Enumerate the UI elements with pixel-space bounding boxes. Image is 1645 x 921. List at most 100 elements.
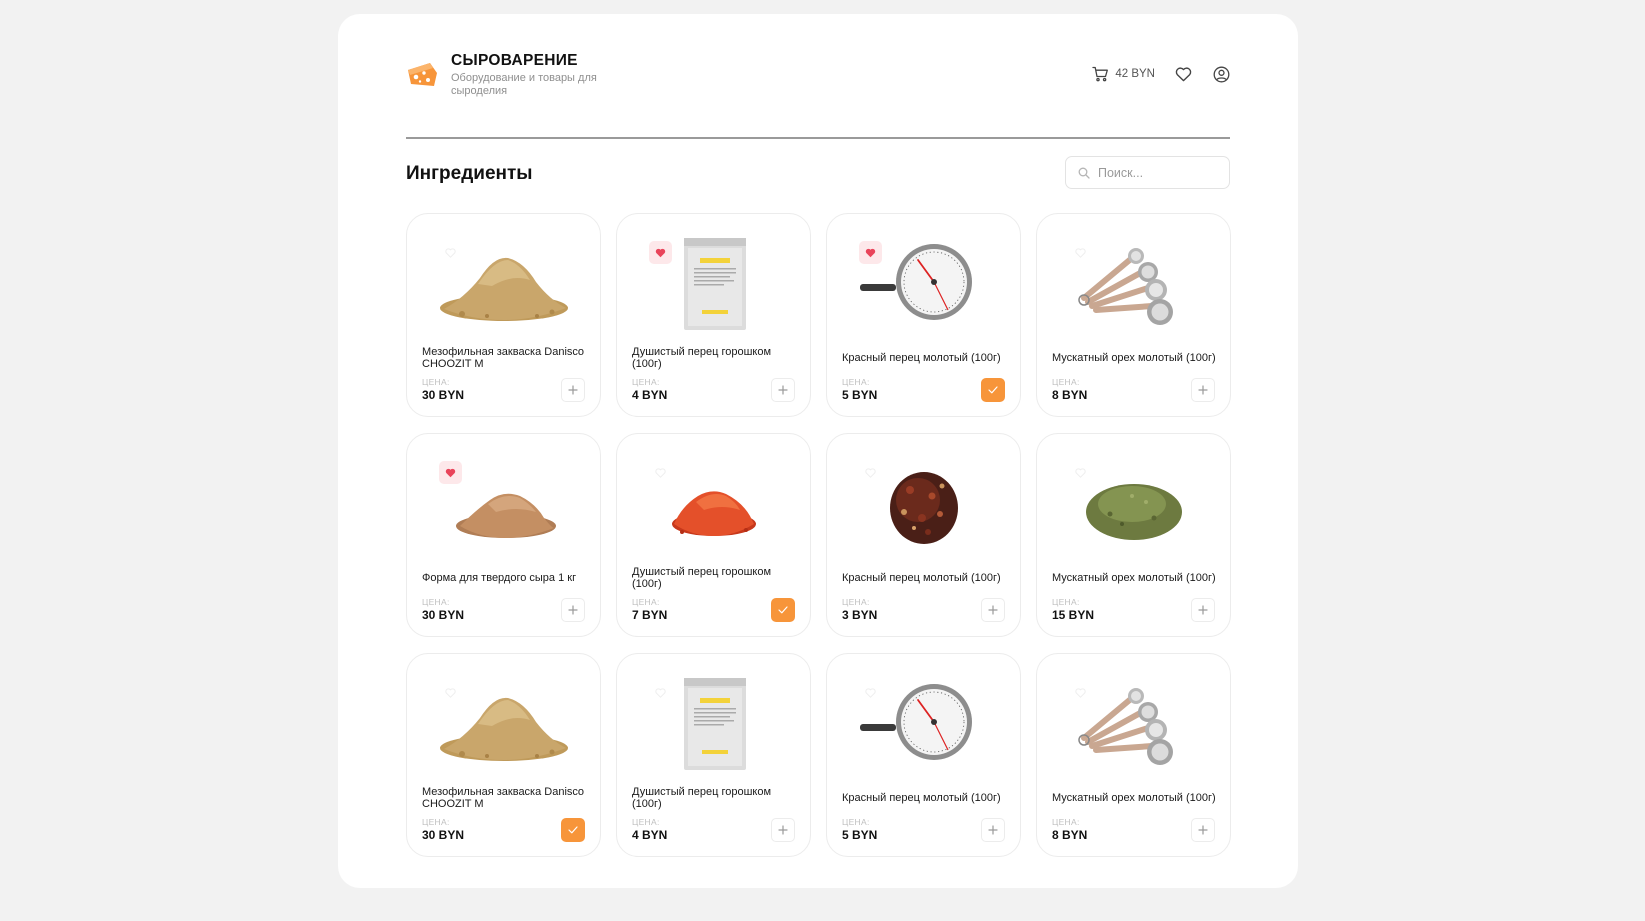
plus-icon xyxy=(988,825,998,835)
check-icon xyxy=(778,606,788,614)
product-price: 5 BYN xyxy=(842,388,878,402)
add-to-cart-button[interactable] xyxy=(771,818,795,842)
favorite-toggle[interactable] xyxy=(439,241,462,264)
product-price: 30 BYN xyxy=(422,608,465,622)
search-icon xyxy=(1078,167,1090,179)
product-card[interactable]: Душистый перец горошком (100г) ЦЕНА: 7 B… xyxy=(616,433,811,637)
heart-outline-icon xyxy=(865,467,876,478)
price-label: ЦЕНА: xyxy=(632,377,660,387)
product-price: 30 BYN xyxy=(422,828,465,842)
heart-filled-icon xyxy=(655,248,666,257)
plus-icon xyxy=(1198,385,1208,395)
favorite-toggle[interactable] xyxy=(649,681,672,704)
search-input[interactable] xyxy=(1098,165,1208,180)
cart-button[interactable]: 42 BYN xyxy=(1092,66,1155,82)
product-name[interactable]: Красный перец молотый (100г) xyxy=(842,566,1012,590)
add-to-cart-button[interactable] xyxy=(981,818,1005,842)
product-name[interactable]: Красный перец молотый (100г) xyxy=(842,786,1012,810)
product-name-text: Красный перец молотый (100г) xyxy=(842,572,1001,584)
cheese-logo-icon[interactable] xyxy=(406,60,438,90)
add-to-cart-button[interactable] xyxy=(981,598,1005,622)
product-name-text: Мускатный орех молотый (100г) xyxy=(1052,572,1216,584)
heart-icon xyxy=(1175,66,1192,81)
price-label: ЦЕНА: xyxy=(842,377,870,387)
product-name-text: Душистый перец горошком (100г) xyxy=(632,786,772,810)
heart-outline-icon xyxy=(655,467,666,478)
add-to-cart-button[interactable] xyxy=(771,598,795,622)
product-card[interactable]: Мезофильная закваска Danisco CHOOZIT M Ц… xyxy=(406,653,601,857)
product-name[interactable]: Мускатный орех молотый (100г) xyxy=(1052,346,1222,370)
brand-subtitle: Оборудование и товары для сыроделия xyxy=(451,72,597,97)
account-button[interactable] xyxy=(1213,66,1230,83)
product-name-text: Мезофильная закваска Danisco CHOOZIT M xyxy=(422,346,585,370)
heart-outline-icon xyxy=(1075,467,1086,478)
plus-icon xyxy=(1198,825,1208,835)
section-title: Ингредиенты xyxy=(406,163,533,184)
add-to-cart-button[interactable] xyxy=(1191,598,1215,622)
product-card[interactable]: Мускатный орех молотый (100г) ЦЕНА: 15 B… xyxy=(1036,433,1231,637)
favorite-toggle[interactable] xyxy=(649,461,672,484)
favorites-button[interactable] xyxy=(1175,66,1192,82)
product-name[interactable]: Мускатный орех молотый (100г) xyxy=(1052,786,1222,810)
favorite-toggle[interactable] xyxy=(1069,461,1092,484)
plus-icon xyxy=(1198,605,1208,615)
product-grid: Мезофильная закваска Danisco CHOOZIT M Ц… xyxy=(406,213,1231,857)
product-card[interactable]: Красный перец молотый (100г) ЦЕНА: 5 BYN xyxy=(826,213,1021,417)
favorite-toggle[interactable] xyxy=(859,681,882,704)
product-card[interactable]: Душистый перец горошком (100г) ЦЕНА: 4 B… xyxy=(616,653,811,857)
product-card[interactable]: Душистый перец горошком (100г) ЦЕНА: 4 B… xyxy=(616,213,811,417)
product-card[interactable]: Красный перец молотый (100г) ЦЕНА: 3 BYN xyxy=(826,433,1021,637)
check-icon xyxy=(568,826,578,834)
product-name-text: Душистый перец горошком (100г) xyxy=(632,566,772,590)
favorite-toggle[interactable] xyxy=(859,461,882,484)
price-label: ЦЕНА: xyxy=(632,817,660,827)
page-container: СЫРОВАРЕНИЕ Оборудование и товары для сы… xyxy=(338,14,1298,888)
price-label: ЦЕНА: xyxy=(422,377,450,387)
plus-icon xyxy=(568,385,578,395)
favorite-toggle[interactable] xyxy=(439,461,462,484)
add-to-cart-button[interactable] xyxy=(1191,378,1215,402)
add-to-cart-button[interactable] xyxy=(561,598,585,622)
product-name[interactable]: Мезофильная закваска Danisco CHOOZIT M xyxy=(422,346,592,370)
product-card[interactable]: Мезофильная закваска Danisco CHOOZIT M Ц… xyxy=(406,213,601,417)
price-label: ЦЕНА: xyxy=(1052,597,1080,607)
product-name[interactable]: Форма для твердого сыра 1 кг xyxy=(422,566,592,590)
product-name[interactable]: Красный перец молотый (100г) xyxy=(842,346,1012,370)
product-name[interactable]: Душистый перец горошком (100г) xyxy=(632,566,802,590)
page-content: СЫРОВАРЕНИЕ Оборудование и товары для сы… xyxy=(406,14,1231,857)
product-card[interactable]: Мускатный орех молотый (100г) ЦЕНА: 8 BY… xyxy=(1036,213,1231,417)
site-header: СЫРОВАРЕНИЕ Оборудование и товары для сы… xyxy=(406,14,1230,139)
product-name[interactable]: Мускатный орех молотый (100г) xyxy=(1052,566,1222,590)
favorite-toggle[interactable] xyxy=(1069,681,1092,704)
heart-outline-icon xyxy=(445,687,456,698)
add-to-cart-button[interactable] xyxy=(1191,818,1215,842)
favorite-toggle[interactable] xyxy=(859,241,882,264)
product-card[interactable]: Форма для твердого сыра 1 кг ЦЕНА: 30 BY… xyxy=(406,433,601,637)
price-label: ЦЕНА: xyxy=(422,597,450,607)
product-card[interactable]: Красный перец молотый (100г) ЦЕНА: 5 BYN xyxy=(826,653,1021,857)
brand-title[interactable]: СЫРОВАРЕНИЕ xyxy=(451,52,578,70)
check-icon xyxy=(988,386,998,394)
product-name-text: Мезофильная закваска Danisco CHOOZIT M xyxy=(422,786,585,810)
product-price: 8 BYN xyxy=(1052,388,1088,402)
cart-total: 42 BYN xyxy=(1115,68,1155,80)
product-name[interactable]: Мезофильная закваска Danisco CHOOZIT M xyxy=(422,786,592,810)
add-to-cart-button[interactable] xyxy=(981,378,1005,402)
plus-icon xyxy=(988,605,998,615)
search-box[interactable] xyxy=(1065,156,1230,189)
favorite-toggle[interactable] xyxy=(1069,241,1092,264)
product-name-text: Мускатный орех молотый (100г) xyxy=(1052,352,1216,364)
add-to-cart-button[interactable] xyxy=(771,378,795,402)
heart-outline-icon xyxy=(445,247,456,258)
product-name[interactable]: Душистый перец горошком (100г) xyxy=(632,786,802,810)
product-name[interactable]: Душистый перец горошком (100г) xyxy=(632,346,802,370)
favorite-toggle[interactable] xyxy=(649,241,672,264)
product-price: 5 BYN xyxy=(842,828,878,842)
add-to-cart-button[interactable] xyxy=(561,818,585,842)
product-card[interactable]: Мускатный орех молотый (100г) ЦЕНА: 8 BY… xyxy=(1036,653,1231,857)
favorite-toggle[interactable] xyxy=(439,681,462,704)
price-label: ЦЕНА: xyxy=(1052,817,1080,827)
price-label: ЦЕНА: xyxy=(422,817,450,827)
add-to-cart-button[interactable] xyxy=(561,378,585,402)
price-label: ЦЕНА: xyxy=(1052,377,1080,387)
